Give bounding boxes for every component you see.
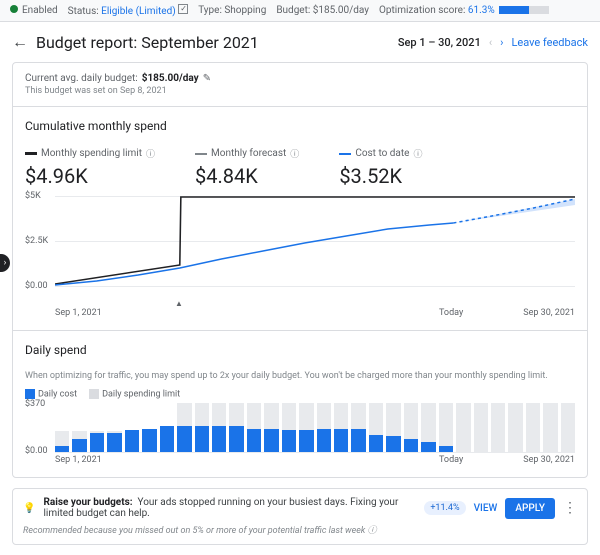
metric-cost: Cost to dateⓘ $3.52K	[339, 147, 422, 188]
bar-column	[142, 403, 156, 452]
y-tick: $5K	[25, 191, 41, 201]
bar-column	[55, 403, 69, 452]
bar-column	[317, 403, 331, 452]
y-tick: $0.00	[25, 281, 48, 291]
date-range[interactable]: Sep 1 – 30, 2021	[398, 36, 481, 49]
bar-column	[386, 403, 400, 452]
back-arrow-icon[interactable]: ←	[12, 32, 28, 52]
help-icon[interactable]: ⓘ	[146, 147, 155, 160]
bar-column	[299, 403, 313, 452]
limit-legend-icon	[89, 389, 99, 399]
type-field: Type: Shopping	[198, 5, 266, 16]
uplift-chip: +11.4%	[424, 501, 465, 515]
cumulative-svg	[55, 196, 575, 286]
next-period-icon[interactable]: ›	[500, 36, 503, 49]
enabled-status: Enabled	[10, 5, 58, 16]
y-tick: $2.5K	[25, 236, 48, 246]
checkbox-icon	[178, 4, 188, 14]
daily-desc: When optimizing for traffic, you may spe…	[25, 371, 575, 381]
bar-column	[561, 403, 575, 452]
daily-x-axis: Sep 1, 2021 Today Sep 30, 2021	[55, 455, 575, 465]
budget-summary: Current avg. daily budget: $185.00/day ✎…	[13, 63, 587, 106]
optimization-score: Optimization score: 61.3%	[379, 5, 549, 16]
cumulative-title: Cumulative monthly spend	[25, 119, 575, 133]
metric-forecast: Monthly forecastⓘ $4.84K	[195, 147, 299, 188]
budget-amount: $185.00/day	[142, 73, 199, 84]
bar-column	[247, 403, 261, 452]
limit-swatch-icon	[25, 152, 37, 155]
daily-title: Daily spend	[25, 343, 575, 357]
bar-column	[508, 403, 522, 452]
cumulative-x-axis: Sep 1, 2021 Today Sep 30, 2021	[55, 308, 575, 318]
cost-legend-icon	[25, 389, 35, 399]
bar-column	[404, 403, 418, 452]
bar-column	[282, 403, 296, 452]
bar-column	[474, 403, 488, 452]
bar-column	[456, 403, 470, 452]
y-tick: $0.00	[25, 446, 48, 456]
budget-field: Budget: $185.00/day	[276, 5, 369, 16]
bar-column	[369, 403, 383, 452]
status-value[interactable]: Eligible (Limited)	[101, 6, 176, 17]
bar-column	[526, 403, 540, 452]
bar-column	[543, 403, 557, 452]
bar-column	[125, 403, 139, 452]
bar-column	[107, 403, 121, 452]
help-icon[interactable]: ⓘ	[413, 147, 422, 160]
budget-set-date: This budget was set on Sep 8, 2021	[25, 86, 575, 96]
recommendation-card: 💡 Raise your budgets: Your ads stopped r…	[12, 488, 588, 545]
page-title: Budget report: September 2021	[36, 33, 259, 52]
bar-column	[177, 403, 191, 452]
daily-section: Daily spend When optimizing for traffic,…	[13, 331, 587, 477]
status-dot-icon	[10, 5, 18, 13]
metric-spending-limit: Monthly spending limitⓘ $4.96K	[25, 147, 155, 188]
help-icon[interactable]: ⓘ	[368, 526, 377, 536]
bar-column	[160, 403, 174, 452]
bar-column	[264, 403, 278, 452]
bar-column	[491, 403, 505, 452]
page-header: ← Budget report: September 2021 Sep 1 – …	[0, 22, 600, 62]
bar-column	[195, 403, 209, 452]
bar-column	[212, 403, 226, 452]
status-field: Status: Eligible (Limited)	[68, 4, 189, 17]
bar-column	[421, 403, 435, 452]
daily-bar-chart: $370 $0.00	[55, 403, 575, 453]
side-drawer-toggle-icon[interactable]: ›	[0, 254, 10, 272]
bar-column	[72, 403, 86, 452]
bar-column	[90, 403, 104, 452]
prev-period-icon[interactable]: ‹	[489, 36, 492, 49]
forecast-swatch-icon	[195, 153, 207, 155]
bar-column	[229, 403, 243, 452]
bar-column	[439, 403, 453, 452]
apply-button[interactable]: APPLY	[505, 498, 555, 519]
cost-swatch-icon	[339, 153, 351, 155]
budget-prefix: Current avg. daily budget:	[25, 73, 138, 84]
bar-column	[334, 403, 348, 452]
leave-feedback-link[interactable]: Leave feedback	[511, 36, 588, 49]
bar-column	[351, 403, 365, 452]
lightbulb-icon: 💡	[23, 503, 35, 514]
cumulative-section: Cumulative monthly spend Monthly spendin…	[13, 107, 587, 330]
edit-budget-icon[interactable]: ✎	[203, 73, 211, 84]
budget-change-marker-icon: ▲	[175, 299, 183, 308]
cumulative-chart: $5K $2.5K $0.00 ▲	[25, 196, 575, 306]
daily-legend: Daily cost Daily spending limit	[25, 389, 575, 399]
report-panel: Current avg. daily budget: $185.00/day ✎…	[12, 62, 588, 478]
y-tick: $370	[25, 399, 45, 409]
campaign-status-bar: Enabled Status: Eligible (Limited) Type:…	[0, 0, 600, 22]
help-icon[interactable]: ⓘ	[290, 147, 299, 160]
more-menu-icon[interactable]: ⋮	[563, 500, 577, 516]
view-button[interactable]: VIEW	[474, 503, 498, 514]
recommendation-reason: Recommended because you missed out on 5%…	[23, 523, 577, 536]
